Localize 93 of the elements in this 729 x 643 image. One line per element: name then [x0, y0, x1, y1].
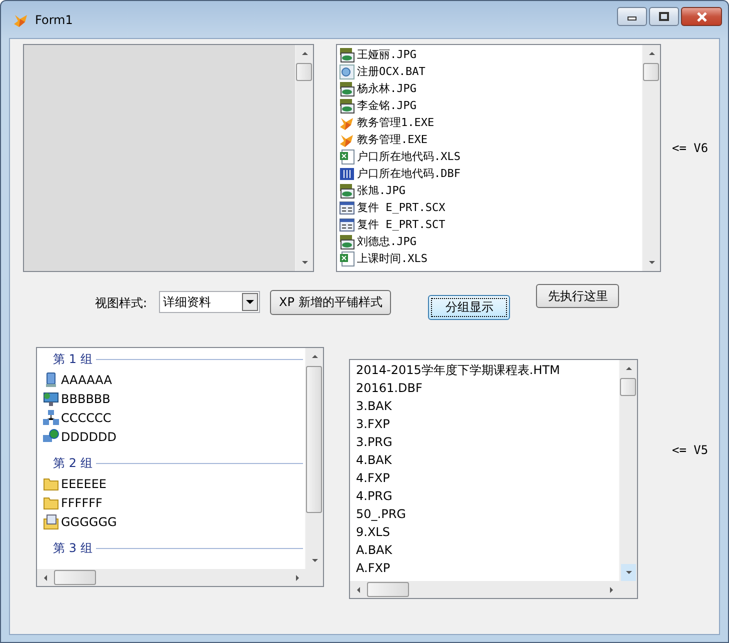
form-file-icon [339, 200, 355, 216]
grouped-list-item[interactable]: AAAAAA [39, 370, 303, 389]
file-list-item[interactable]: 杨永林.JPG [339, 80, 640, 97]
directory-list-item[interactable]: 9.XLS [352, 523, 617, 541]
picture-file-icon [339, 46, 355, 62]
group-display-button[interactable]: 分组显示 [428, 295, 510, 320]
file-list-item[interactable]: 教务管理.EXE [339, 131, 640, 148]
scroll-thumb[interactable] [306, 366, 322, 513]
network-icon [43, 410, 59, 426]
scroll-thumb[interactable] [367, 582, 409, 597]
scroll-up-arrow-icon[interactable] [648, 50, 656, 58]
directory-list-item[interactable]: 50_.PRG [352, 505, 617, 523]
computer-tower-icon [43, 372, 59, 388]
scroll-up-arrow-icon[interactable] [300, 50, 308, 58]
vertical-scrollbar[interactable] [642, 45, 660, 271]
file-list-item[interactable]: 复件 E_PRT.SCT [339, 216, 640, 233]
spreadsheet-file-icon [339, 148, 355, 164]
directory-list[interactable]: 2014-2015学年度下学期课程表.HTM 20161.DBF 3.BAK 3.FXP 3.PRG 4.BAK 4.FXP 4.PRG 50_.PRG 9.XLS A.BAK A.FXP [349, 359, 638, 599]
horizontal-scrollbar[interactable] [37, 569, 323, 586]
picture-file-icon [339, 98, 355, 114]
directory-list-item[interactable]: 20161.DBF [352, 379, 617, 397]
grouped-list-item[interactable]: EEEEEE [39, 474, 303, 493]
grouped-list-item[interactable]: CCCCCC [39, 408, 303, 427]
group-header[interactable]: 第 2 组 [53, 454, 92, 472]
form-file-icon [339, 216, 355, 232]
scroll-right-arrow-icon[interactable] [608, 586, 616, 594]
directory-list-item[interactable]: 4.BAK [352, 451, 617, 469]
group-header[interactable]: 第 3 组 [53, 540, 92, 556]
side-label: <= V6 [672, 141, 708, 155]
spreadsheet-file-icon [339, 250, 355, 266]
file-list-item[interactable]: 户口所在地代码.XLS [339, 148, 640, 165]
directory-list-item[interactable]: 3.FXP [352, 415, 617, 433]
dropdown-arrow-icon [246, 300, 254, 304]
run-first-button[interactable]: 先执行这里 [536, 284, 620, 308]
vertical-scrollbar[interactable] [619, 360, 637, 581]
file-list-item[interactable]: 户口所在地代码.DBF [339, 165, 640, 182]
view-style-dropdown[interactable]: 详细资料 [159, 291, 260, 313]
scroll-down-arrow-icon[interactable] [648, 258, 656, 266]
close-icon [696, 12, 708, 22]
scroll-right-arrow-icon[interactable] [294, 574, 302, 582]
minimize-button[interactable] [617, 7, 647, 26]
directory-list-item[interactable]: 4.PRG [352, 487, 617, 505]
group-header[interactable]: 第 1 组 [53, 350, 92, 368]
scroll-down-arrow-icon[interactable] [300, 258, 308, 266]
file-list-item[interactable]: 李金铭.JPG [339, 97, 640, 114]
scroll-up-arrow-icon[interactable] [310, 352, 318, 360]
picture-file-icon [339, 80, 355, 96]
file-list[interactable]: 王娅丽.JPG 注册OCX.BAT 杨永林.JPG 李金铭.JPG 教务管理1.EXE 教务管理.EXE 户口所在地代码.XLS 户口所在地代码.DBF 张旭.JPG 复件 E_PRT.SCX 复件 E_PRT.SCT 刘德忠.JPG 上课时间.XLS [336, 44, 661, 272]
scroll-left-arrow-icon[interactable] [354, 586, 362, 594]
vertical-scrollbar[interactable] [295, 45, 313, 271]
folder-icon [43, 476, 59, 492]
maximize-icon [659, 12, 669, 21]
document-folder-icon [43, 514, 59, 530]
side-label: <= V5 [672, 443, 708, 457]
grouped-list-item[interactable]: FFFFFF [39, 493, 303, 512]
file-list-item[interactable]: 复件 E_PRT.SCX [339, 199, 640, 216]
file-list-item[interactable]: 上课时间.XLS [339, 250, 640, 267]
directory-list-item[interactable]: 3.PRG [352, 433, 617, 451]
scroll-thumb[interactable] [54, 570, 96, 585]
directory-list-item[interactable]: A.BAK [352, 541, 617, 559]
file-list-item[interactable]: 张旭.JPG [339, 182, 640, 199]
view-style-label: 视图样式: [95, 295, 148, 312]
vertical-scrollbar[interactable] [305, 348, 323, 569]
picture-file-icon [339, 182, 355, 198]
file-list-item[interactable]: 注册OCX.BAT [339, 63, 640, 80]
scroll-thumb[interactable] [643, 63, 659, 81]
picture-file-icon [339, 234, 355, 250]
scroll-thumb[interactable] [296, 63, 312, 81]
file-list-item[interactable]: 教务管理1.EXE [339, 114, 640, 131]
grouped-list-item[interactable]: BBBBBB [39, 389, 303, 408]
close-button[interactable] [681, 7, 722, 26]
grouped-list-item[interactable]: GGGGGG [39, 512, 303, 531]
directory-list-item[interactable]: 4.FXP [352, 469, 617, 487]
directory-list-item[interactable]: A.FXP [352, 559, 617, 577]
horizontal-scrollbar[interactable] [350, 581, 637, 598]
scroll-thumb[interactable] [620, 378, 636, 396]
window-title: Form1 [35, 12, 74, 26]
directory-list-item[interactable]: 3.BAK [352, 397, 617, 415]
grouped-list[interactable]: 第 1 组 AAAAAA BBBBBB CCCCCC DDDDDD 第 2 组 EEEEEE FFFFFF GGGGGG 第 3 组 [36, 347, 324, 587]
monitor-icon [43, 390, 59, 406]
file-list-item[interactable]: 刘德忠.JPG [339, 233, 640, 250]
folder-icon [43, 494, 59, 510]
table-file-icon [339, 166, 355, 182]
file-list-item[interactable]: 王娅丽.JPG [339, 46, 640, 63]
network-globe-icon [43, 428, 59, 444]
scroll-left-arrow-icon[interactable] [42, 574, 50, 582]
maximize-button[interactable] [649, 7, 679, 26]
scroll-down-arrow-icon[interactable] [310, 556, 318, 564]
directory-list-item[interactable]: 2014-2015学年度下学期课程表.HTM [352, 361, 617, 379]
scroll-down-arrow-icon[interactable] [624, 568, 632, 576]
scroll-up-arrow-icon[interactable] [624, 364, 632, 372]
grouped-list-item[interactable]: DDDDDD [39, 427, 303, 446]
tile-style-button[interactable]: XP 新增的平铺样式 [270, 290, 392, 315]
